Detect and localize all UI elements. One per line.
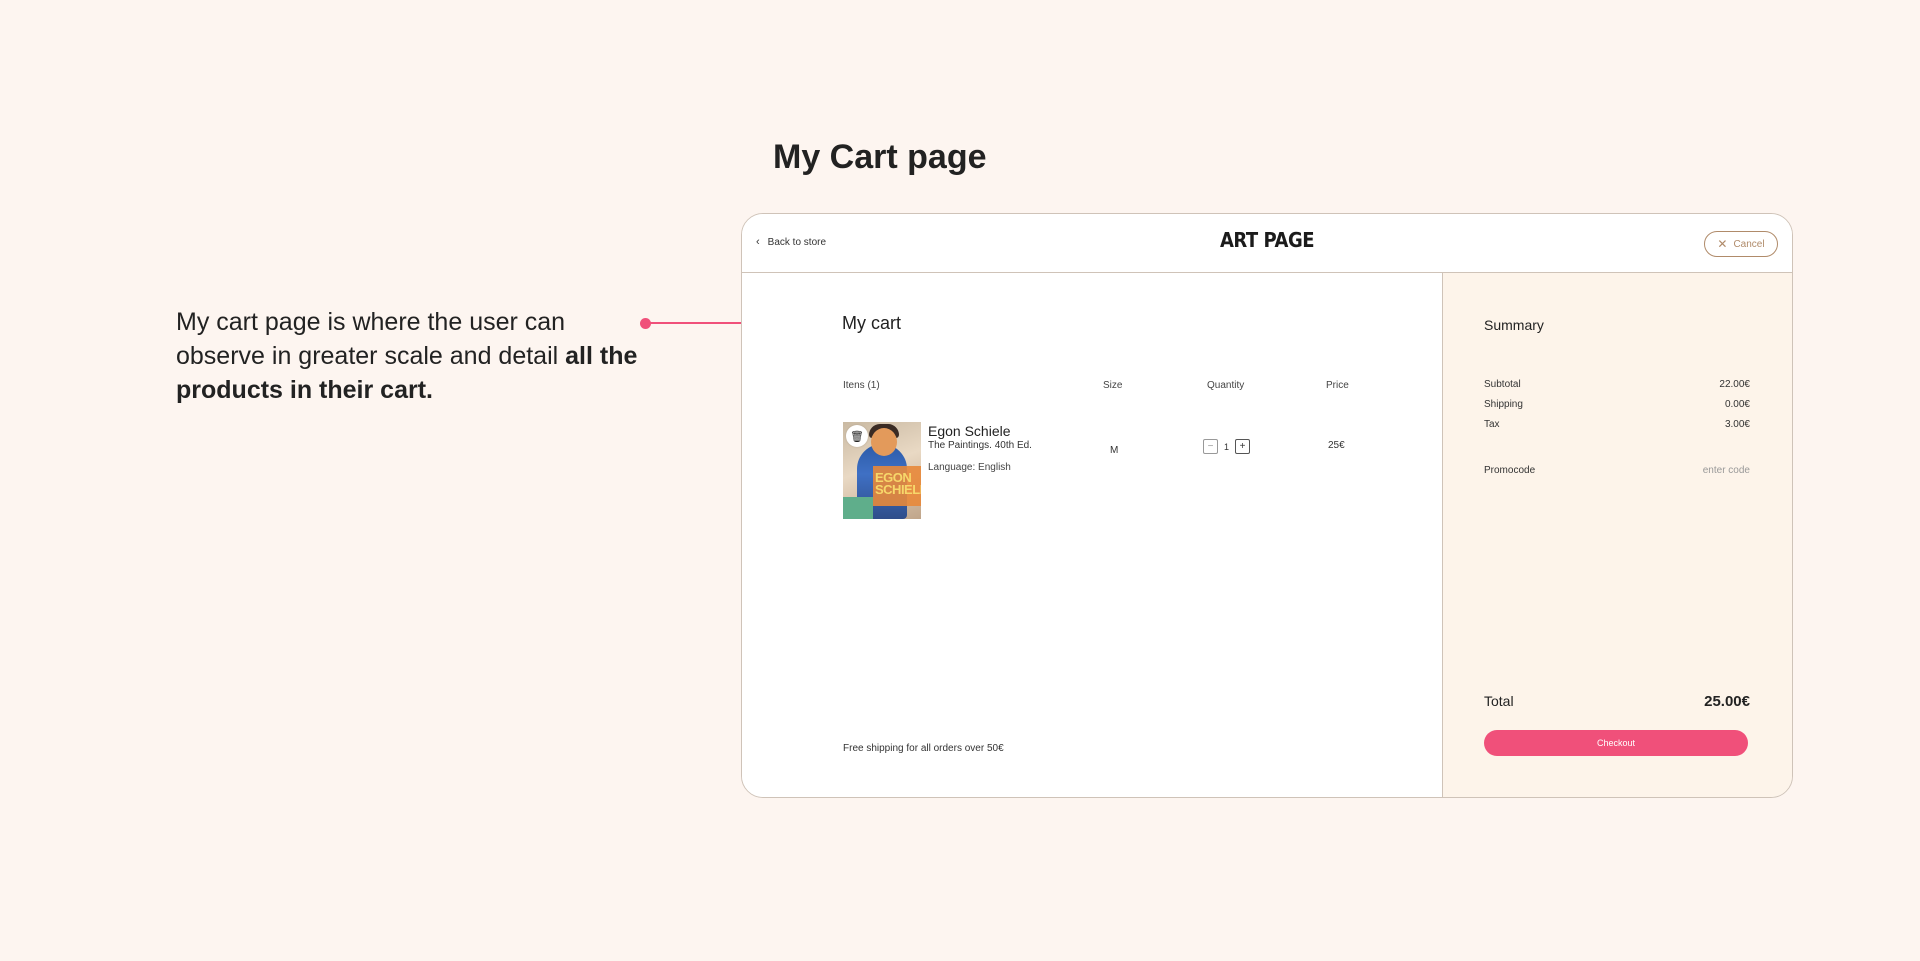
tax-row: Tax 3.00€ (1484, 419, 1750, 430)
description-text: My cart page is where the user can obser… (176, 308, 566, 370)
cancel-button[interactable]: ✕ Cancel (1704, 231, 1778, 257)
cancel-label: Cancel (1733, 238, 1765, 250)
store-logo[interactable]: ART PAGE (742, 228, 1792, 252)
shipping-label: Shipping (1484, 399, 1523, 410)
quantity-stepper: − 1 + (1203, 439, 1251, 454)
checkout-button[interactable]: Checkout (1484, 730, 1748, 756)
increase-quantity-button[interactable]: + (1235, 439, 1251, 454)
promocode-label: Promocode (1484, 465, 1536, 476)
page-description: My cart page is where the user can obser… (176, 305, 646, 407)
column-header-price: Price (1326, 380, 1349, 391)
cart-panel: My cart Itens (1) Size Quantity Price EG… (742, 273, 1442, 797)
product-subtitle: The Paintings. 40th Ed. (928, 440, 1032, 451)
product-size: M (1110, 445, 1119, 456)
column-header-items: Itens (1) (843, 380, 880, 391)
summary-title: Summary (1484, 317, 1544, 333)
promocode-row: Promocode (1484, 465, 1750, 476)
column-header-quantity: Quantity (1207, 380, 1245, 391)
shipping-value: 0.00€ (1724, 399, 1750, 410)
page-title: My Cart page (773, 138, 987, 176)
product-language: Language: English (928, 462, 1011, 473)
cart-title: My cart (842, 313, 902, 333)
free-shipping-note: Free shipping for all orders over 50€ (843, 743, 1004, 754)
close-icon: ✕ (1717, 237, 1728, 251)
subtotal-value: 22.00€ (1719, 379, 1750, 390)
remove-item-button[interactable]: 🗑 (846, 425, 868, 447)
product-price: 25€ (1328, 440, 1345, 451)
cover-title-text: EGON SCHIELE (875, 470, 921, 497)
column-header-size: Size (1103, 380, 1123, 391)
subtotal-label: Subtotal (1484, 379, 1521, 390)
top-bar: ‹ Back to store ART PAGE ✕ Cancel (742, 214, 1792, 273)
decrease-quantity-button[interactable]: − (1203, 439, 1218, 454)
total-row: Total 25.00€ (1484, 693, 1750, 710)
product-name[interactable]: Egon Schiele (928, 423, 1011, 439)
cart-screen-mockup: ‹ Back to store ART PAGE ✕ Cancel My car… (741, 213, 1793, 798)
total-label: Total (1484, 693, 1514, 709)
tax-value: 3.00€ (1724, 419, 1750, 430)
promocode-input[interactable] (1670, 465, 1750, 476)
trash-icon: 🗑 (850, 430, 864, 443)
callout-connector-dot (640, 318, 651, 329)
subtotal-row: Subtotal 22.00€ (1484, 379, 1750, 390)
shipping-row: Shipping 0.00€ (1484, 399, 1750, 410)
quantity-value: 1 (1224, 441, 1230, 452)
tax-label: Tax (1484, 419, 1500, 430)
total-value: 25.00€ (1704, 693, 1750, 710)
summary-panel: Summary Subtotal 22.00€ Shipping 0.00€ T… (1442, 273, 1792, 797)
